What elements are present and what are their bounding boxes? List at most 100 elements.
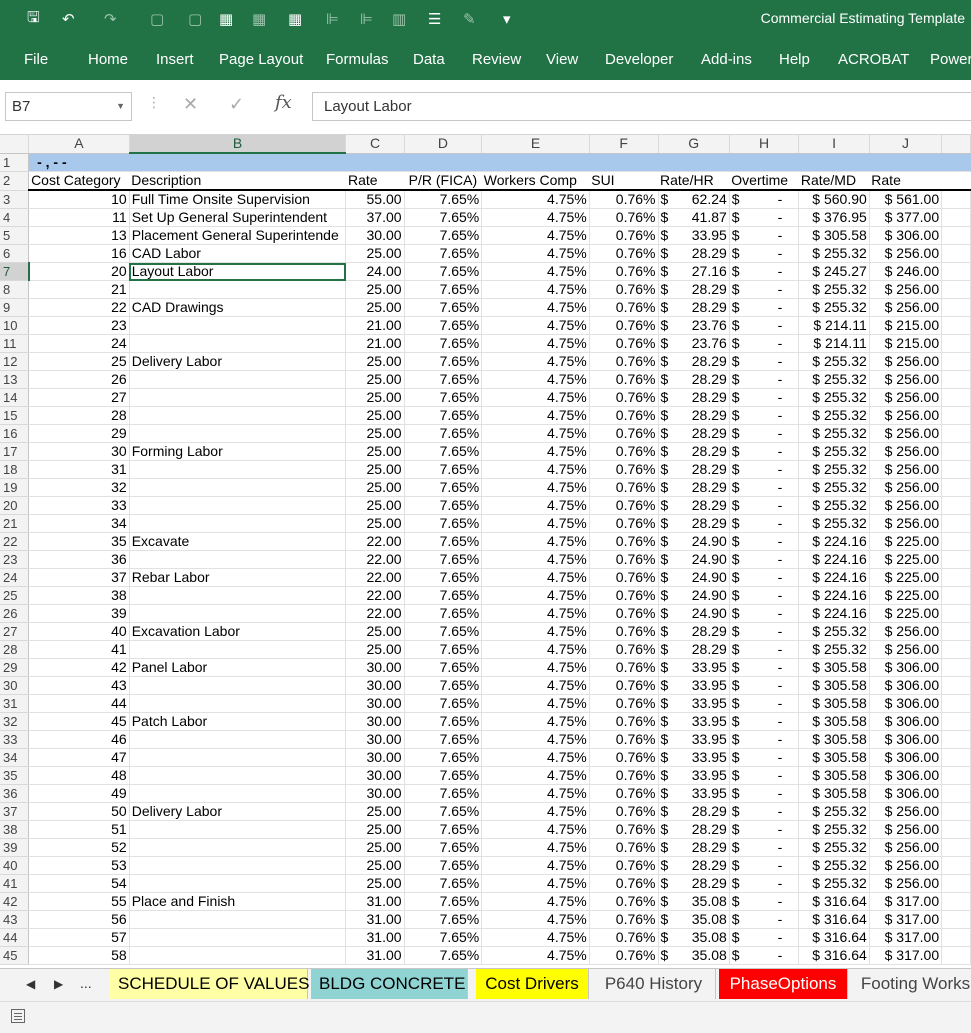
- rate-cell[interactable]: 22.00: [345, 568, 405, 587]
- description-cell[interactable]: [129, 514, 347, 533]
- overtime-cell[interactable]: $ -: [729, 802, 800, 821]
- workers-comp-cell[interactable]: 4.75%: [481, 496, 590, 515]
- redo-icon[interactable]: ↷: [104, 8, 117, 30]
- rate-cell-total[interactable]: $ 256.00: [869, 424, 943, 443]
- rate-md-cell[interactable]: $ 224.16: [798, 604, 870, 623]
- cost-category-cell[interactable]: 51: [28, 820, 130, 839]
- rate-cell-total[interactable]: $ 256.00: [869, 478, 943, 497]
- row-header[interactable]: 36: [0, 784, 30, 803]
- rate-cell[interactable]: 31.00: [345, 928, 405, 947]
- rate-md-cell[interactable]: $ 224.16: [798, 550, 870, 569]
- cell[interactable]: [869, 153, 942, 172]
- rate-hr-cell[interactable]: $33.95: [658, 766, 730, 785]
- sui-cell[interactable]: 0.76%: [589, 874, 659, 893]
- sui-cell[interactable]: 0.76%: [589, 460, 659, 479]
- fica-cell[interactable]: 7.65%: [404, 280, 483, 299]
- description-cell[interactable]: [129, 496, 347, 515]
- customize-icon[interactable]: ▾: [503, 8, 511, 30]
- rate-cell-total[interactable]: $ 306.00: [869, 658, 943, 677]
- row-header[interactable]: 40: [0, 856, 30, 875]
- rate-cell-total[interactable]: $ 256.00: [869, 640, 943, 659]
- rate-md-cell[interactable]: $ 255.32: [798, 388, 870, 407]
- cost-category-cell[interactable]: 24: [28, 334, 130, 353]
- cell[interactable]: [941, 712, 971, 731]
- fica-cell[interactable]: 7.65%: [404, 802, 483, 821]
- cell[interactable]: [941, 226, 971, 245]
- overtime-cell[interactable]: $ -: [729, 370, 800, 389]
- overtime-cell[interactable]: $ -: [729, 550, 800, 569]
- rate-md-cell[interactable]: $ 305.58: [798, 712, 870, 731]
- cell[interactable]: [941, 514, 971, 533]
- description-cell[interactable]: [129, 370, 347, 389]
- rate-cell-total[interactable]: $ 561.00: [869, 190, 943, 209]
- rate-hr-cell[interactable]: $28.29: [658, 802, 730, 821]
- cost-category-cell[interactable]: 50: [28, 802, 130, 821]
- cost-category-cell[interactable]: 53: [28, 856, 130, 875]
- rate-cell[interactable]: 55.00: [345, 190, 405, 209]
- cost-category-cell[interactable]: 48: [28, 766, 130, 785]
- row-header[interactable]: 31: [0, 694, 30, 713]
- rate-cell-total[interactable]: $ 246.00: [869, 262, 943, 281]
- cost-category-cell[interactable]: 13: [28, 226, 130, 245]
- overtime-cell[interactable]: $ -: [729, 604, 800, 623]
- rate-hr-cell[interactable]: $28.29: [658, 442, 730, 461]
- workers-comp-cell[interactable]: 4.75%: [481, 694, 590, 713]
- sui-cell[interactable]: 0.76%: [589, 856, 659, 875]
- rate-cell-total[interactable]: $ 256.00: [869, 856, 943, 875]
- workers-comp-cell[interactable]: 4.75%: [481, 208, 590, 227]
- row-header[interactable]: 27: [0, 622, 30, 641]
- macro-record-icon[interactable]: [11, 1009, 25, 1023]
- rate-cell-total[interactable]: $ 256.00: [869, 514, 943, 533]
- column-label[interactable]: Rate/HR: [658, 171, 730, 191]
- row-header[interactable]: 10: [0, 316, 30, 335]
- cell[interactable]: [941, 244, 971, 263]
- fica-cell[interactable]: 7.65%: [404, 406, 483, 425]
- workers-comp-cell[interactable]: 4.75%: [481, 226, 590, 245]
- cell[interactable]: [941, 874, 971, 893]
- rate-cell[interactable]: 21.00: [345, 334, 405, 353]
- sui-cell[interactable]: 0.76%: [589, 568, 659, 587]
- row-header[interactable]: 34: [0, 748, 30, 767]
- rate-hr-cell[interactable]: $23.76: [658, 334, 730, 353]
- cost-category-cell[interactable]: 43: [28, 676, 130, 695]
- sui-cell[interactable]: 0.76%: [589, 424, 659, 443]
- row-header[interactable]: 18: [0, 460, 30, 479]
- sui-cell[interactable]: 0.76%: [589, 298, 659, 317]
- rate-md-cell[interactable]: $ 316.64: [798, 928, 870, 947]
- cost-category-cell[interactable]: 29: [28, 424, 130, 443]
- cost-category-cell[interactable]: 20: [28, 262, 130, 281]
- cell[interactable]: [941, 910, 971, 929]
- cost-category-cell[interactable]: 28: [28, 406, 130, 425]
- workers-comp-cell[interactable]: 4.75%: [481, 604, 590, 623]
- rate-hr-cell[interactable]: $33.95: [658, 676, 730, 695]
- cost-category-cell[interactable]: 27: [28, 388, 130, 407]
- rate-md-cell[interactable]: $ 255.32: [798, 640, 870, 659]
- rate-cell[interactable]: 30.00: [345, 676, 405, 695]
- workers-comp-cell[interactable]: 4.75%: [481, 874, 590, 893]
- cost-category-cell[interactable]: 49: [28, 784, 130, 803]
- rate-md-cell[interactable]: $ 245.27: [798, 262, 870, 281]
- workers-comp-cell[interactable]: 4.75%: [481, 730, 590, 749]
- row-header[interactable]: 16: [0, 424, 30, 443]
- description-cell[interactable]: [129, 586, 347, 605]
- cell[interactable]: [941, 262, 971, 281]
- rate-md-cell[interactable]: $ 305.58: [798, 676, 870, 695]
- column-header-e[interactable]: E: [481, 135, 590, 154]
- workers-comp-cell[interactable]: 4.75%: [481, 262, 590, 281]
- rate-md-cell[interactable]: $ 255.32: [798, 874, 870, 893]
- cost-category-cell[interactable]: 34: [28, 514, 130, 533]
- chevron-down-icon[interactable]: ▼: [116, 93, 125, 120]
- fica-cell[interactable]: 7.65%: [404, 892, 483, 911]
- description-cell[interactable]: Excavate: [129, 532, 347, 551]
- description-cell[interactable]: [129, 460, 347, 479]
- rate-cell[interactable]: 22.00: [345, 532, 405, 551]
- description-cell[interactable]: [129, 766, 347, 785]
- drag-handle-icon[interactable]: ⋮: [147, 94, 161, 111]
- sui-cell[interactable]: 0.76%: [589, 280, 659, 299]
- ribbon-tab-page-layout[interactable]: Page Layout: [219, 51, 303, 68]
- fica-cell[interactable]: 7.65%: [404, 244, 483, 263]
- row-header[interactable]: 11: [0, 334, 30, 353]
- rate-cell[interactable]: 24.00: [345, 262, 405, 281]
- rate-cell[interactable]: 25.00: [345, 856, 405, 875]
- cost-category-cell[interactable]: 30: [28, 442, 130, 461]
